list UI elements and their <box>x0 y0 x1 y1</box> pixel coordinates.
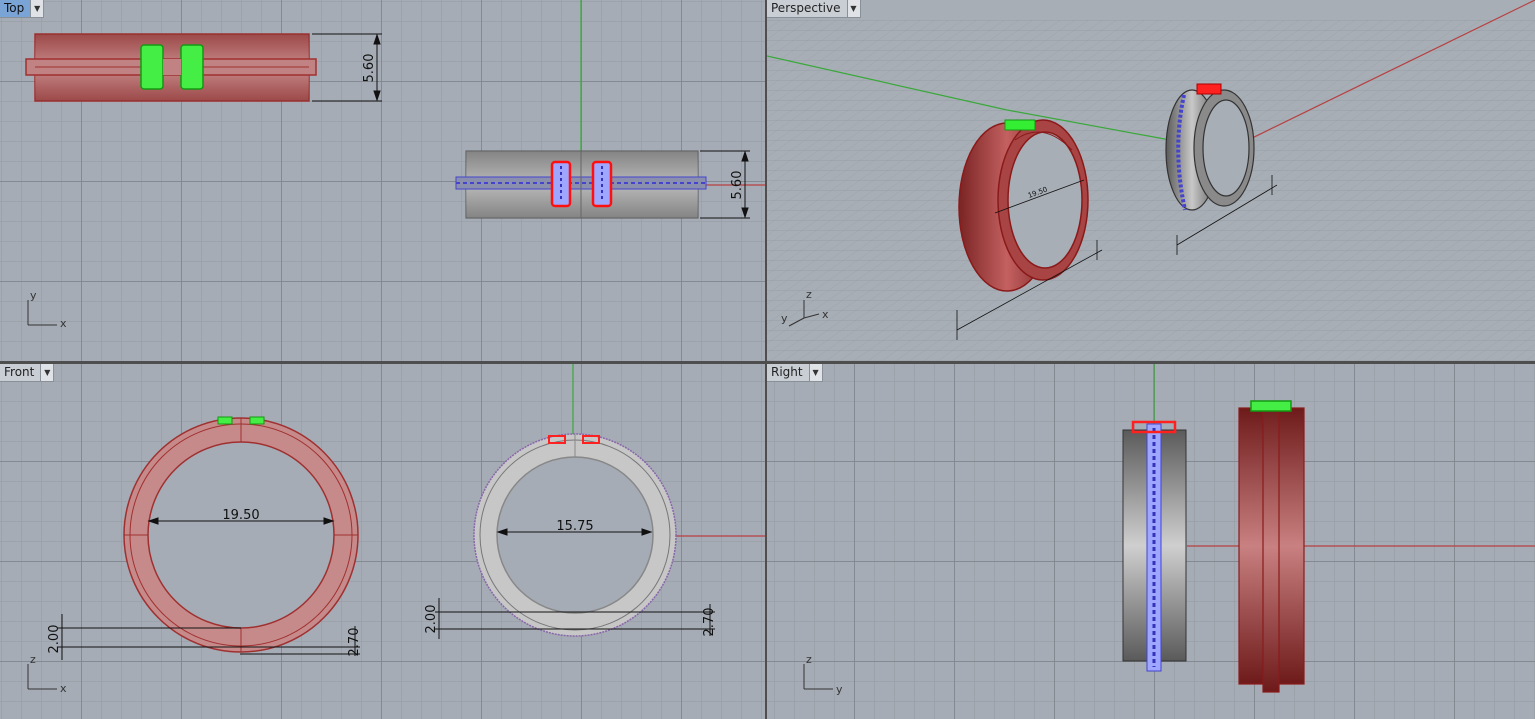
axis-widget <box>803 664 833 690</box>
red-ring-front <box>123 416 359 653</box>
grey-ring-top <box>455 150 707 219</box>
viewport-title-right[interactable]: Right ▼ <box>767 364 823 382</box>
viewport-right[interactable]: Right ▼ z y <box>767 364 1535 719</box>
diameter-label-left: 19.50 <box>222 508 259 523</box>
diameter-label-right: 15.75 <box>556 519 593 534</box>
thickness-label-right: 2.00 <box>424 605 439 634</box>
axis-label-y: y <box>30 289 37 302</box>
width-label-left: 2.70 <box>347 628 362 657</box>
viewport-perspective[interactable]: 19.50 z y x Perspective ▼ <box>767 0 1535 361</box>
thickness-label-left: 2.00 <box>47 625 62 654</box>
top-view-scene: 5.60 5.60 y x <box>25 0 765 330</box>
viewport-top[interactable]: Top ▼ 5.60 5.60 y x <box>0 0 765 361</box>
chevron-down-icon[interactable]: ▼ <box>846 0 860 17</box>
chevron-down-icon[interactable]: ▼ <box>808 364 822 381</box>
viewport-label[interactable]: Right <box>767 364 809 381</box>
chevron-down-icon[interactable]: ▼ <box>40 364 54 381</box>
red-ring-right <box>1238 400 1305 693</box>
axis-label-x: x <box>822 308 829 321</box>
viewport-front[interactable]: Front ▼ 19.50 2.00 2.70 15.75 2.00 2.70 … <box>0 364 765 719</box>
chevron-down-icon[interactable]: ▼ <box>30 0 44 17</box>
axis-label-z: z <box>806 653 812 666</box>
axis-label-x: x <box>60 317 67 330</box>
dimension-label-2: 5.60 <box>730 171 745 200</box>
grey-ring-right <box>1122 420 1187 672</box>
grey-ring-perspective <box>1165 83 1255 211</box>
viewport-title-top[interactable]: Top ▼ <box>0 0 45 18</box>
red-ring-perspective <box>958 119 1089 292</box>
width-label-right: 2.70 <box>702 608 717 637</box>
grey-ring-front <box>473 433 677 637</box>
viewport-title-perspective[interactable]: Perspective ▼ <box>767 0 861 18</box>
axis-label-z: z <box>806 288 812 301</box>
axis-label-x: x <box>60 682 67 695</box>
axis-label-y: y <box>836 683 843 696</box>
axis-label-z: z <box>30 653 36 666</box>
viewport-label[interactable]: Top <box>0 0 31 17</box>
right-view-scene: z y <box>803 364 1535 696</box>
axis-label-y: y <box>781 312 788 325</box>
viewport-label[interactable]: Front <box>0 364 40 381</box>
red-ring-top <box>25 33 317 102</box>
axis-widget <box>27 664 57 690</box>
dimension-label: 5.60 <box>362 54 377 83</box>
front-view-scene: 19.50 2.00 2.70 15.75 2.00 2.70 z x <box>27 364 765 695</box>
perspective-scene: 19.50 z y x <box>767 0 1535 361</box>
axis-widget <box>27 300 57 326</box>
viewport-label[interactable]: Perspective <box>767 0 847 17</box>
viewport-title-front[interactable]: Front ▼ <box>0 364 55 382</box>
